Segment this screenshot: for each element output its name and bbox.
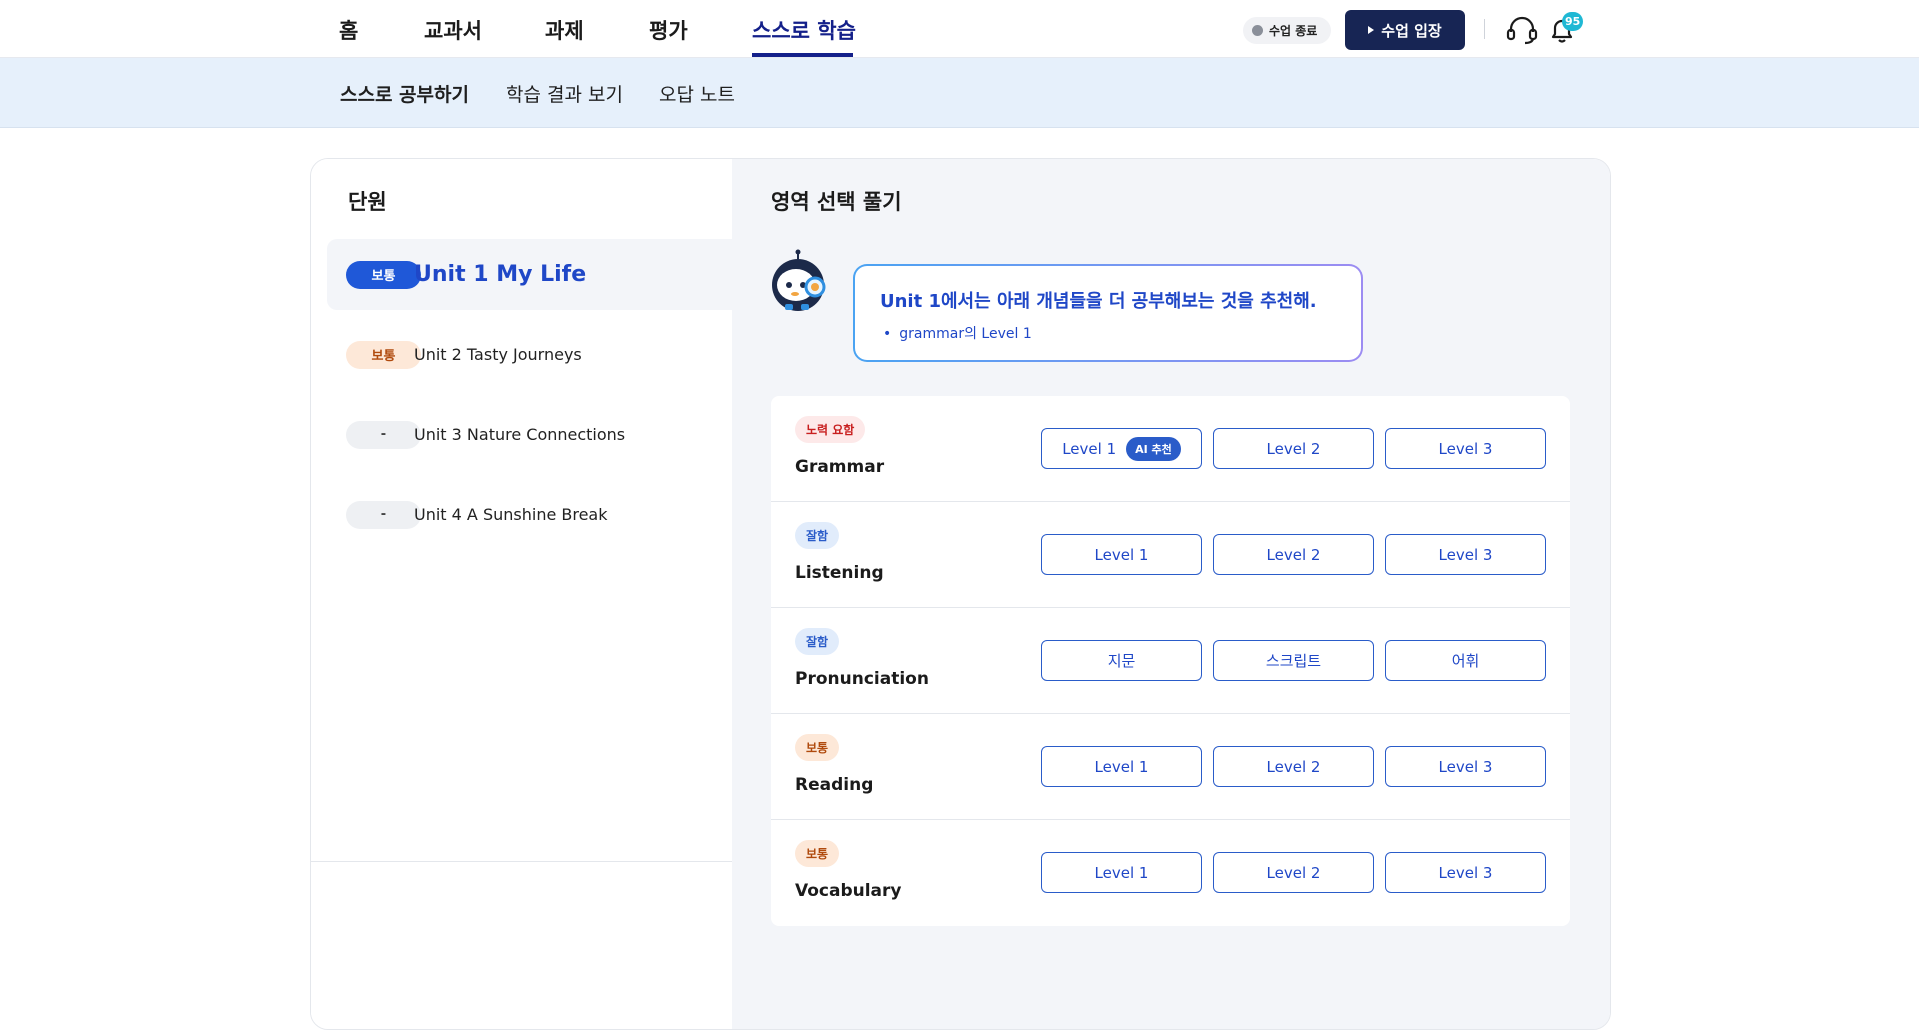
- area-name: Grammar: [795, 457, 885, 477]
- panel-divider: [311, 861, 732, 862]
- listening-level-3-button[interactable]: Level 3: [1385, 534, 1546, 575]
- area-name: Pronunciation: [795, 669, 929, 689]
- pronunciation-passage-button[interactable]: 지문: [1041, 640, 1202, 681]
- unit-section-title: 단원: [348, 190, 387, 214]
- performance-badge: 보통: [795, 840, 840, 867]
- ai-recommend-badge: AI 추천: [1126, 436, 1181, 461]
- unit-item-2[interactable]: 보통 Unit 2 Tasty Journeys: [327, 319, 732, 390]
- recommendation-bubble: Unit 1에서는 아래 개념들을 더 공부해보는 것을 추천해. • gramm…: [853, 264, 1363, 362]
- unit-panel: 단원 보통 Unit 1 My Life 보통 Unit 2 Tasty Jou…: [311, 159, 732, 1029]
- nav-evaluation[interactable]: 평가: [649, 15, 688, 45]
- unit-label: Unit 4 A Sunshine Break: [414, 505, 608, 524]
- class-status-label: 수업 종료: [1269, 24, 1318, 38]
- nav-textbook[interactable]: 교과서: [424, 15, 482, 45]
- unit-label: Unit 2 Tasty Journeys: [414, 345, 582, 364]
- unit-level-badge: -: [346, 420, 421, 449]
- nav-home[interactable]: 홈: [339, 15, 358, 45]
- grammar-level-2-button[interactable]: Level 2: [1213, 428, 1374, 469]
- button-label: Level 3: [1438, 439, 1493, 458]
- class-status-badge: 수업 종료: [1243, 17, 1331, 44]
- button-label: Level 3: [1438, 757, 1493, 776]
- performance-badge: 노력 요함: [795, 416, 866, 443]
- button-label: Level 3: [1438, 545, 1493, 564]
- button-label: Level 1: [1094, 545, 1149, 564]
- button-label: 어휘: [1451, 652, 1480, 670]
- unit-level-badge: 보통: [346, 340, 421, 369]
- button-label: Level 3: [1438, 863, 1493, 882]
- top-navigation: 홈 교과서 과제 평가 스스로 학습 수업 종료 수업 입장 95: [0, 0, 1919, 58]
- play-icon: [1368, 26, 1375, 34]
- button-label: Level 1: [1094, 863, 1149, 882]
- recommendation-item: • grammar의 Level 1: [883, 323, 1032, 343]
- area-row-pronunciation: 잘함 Pronunciation 지문 스크립트 어휘: [771, 608, 1570, 714]
- nav-assignment[interactable]: 과제: [545, 15, 584, 45]
- pronunciation-script-button[interactable]: 스크립트: [1213, 640, 1374, 681]
- enter-class-label: 수업 입장: [1381, 21, 1442, 40]
- sub-navigation: 스스로 공부하기 학습 결과 보기 오답 노트: [0, 58, 1919, 128]
- button-label: Level 2: [1266, 439, 1321, 458]
- robot-mascot-icon: [769, 249, 831, 313]
- area-table: 노력 요함 Grammar Level 1 AI 추천 Level 2 Leve…: [771, 396, 1570, 926]
- recommendation-title: Unit 1에서는 아래 개념들을 더 공부해보는 것을 추천해.: [880, 291, 1317, 312]
- subnav-results[interactable]: 학습 결과 보기: [506, 80, 623, 107]
- area-row-grammar: 노력 요함 Grammar Level 1 AI 추천 Level 2 Leve…: [771, 396, 1570, 502]
- grammar-level-1-button[interactable]: Level 1 AI 추천: [1041, 428, 1202, 469]
- recommendation-item-text: grammar의 Level 1: [899, 326, 1032, 342]
- subnav-wrong-answer-note[interactable]: 오답 노트: [659, 80, 735, 107]
- enter-class-button[interactable]: 수업 입장: [1345, 10, 1465, 50]
- unit-item-1[interactable]: 보통 Unit 1 My Life: [327, 239, 732, 310]
- nav-self-study[interactable]: 스스로 학습: [752, 15, 856, 45]
- toolbar-divider: [1484, 19, 1485, 39]
- grammar-level-3-button[interactable]: Level 3: [1385, 428, 1546, 469]
- unit-item-4[interactable]: - Unit 4 A Sunshine Break: [327, 479, 732, 550]
- unit-item-3[interactable]: - Unit 3 Nature Connections: [327, 399, 732, 470]
- reading-level-3-button[interactable]: Level 3: [1385, 746, 1546, 787]
- area-name: Reading: [795, 775, 874, 795]
- reading-level-2-button[interactable]: Level 2: [1213, 746, 1374, 787]
- pronunciation-vocabulary-button[interactable]: 어휘: [1385, 640, 1546, 681]
- unit-level-badge: 보통: [346, 260, 421, 289]
- vocabulary-level-3-button[interactable]: Level 3: [1385, 852, 1546, 893]
- subnav-self-study[interactable]: 스스로 공부하기: [340, 80, 469, 107]
- unit-label: Unit 3 Nature Connections: [414, 425, 626, 444]
- performance-badge: 잘함: [795, 628, 840, 655]
- button-label: Level 1: [1094, 757, 1149, 776]
- button-label: 지문: [1107, 652, 1136, 670]
- nav-active-indicator: [752, 53, 853, 57]
- headset-icon[interactable]: [1505, 15, 1539, 45]
- vocabulary-level-1-button[interactable]: Level 1: [1041, 852, 1202, 893]
- button-label: Level 2: [1266, 545, 1321, 564]
- listening-level-2-button[interactable]: Level 2: [1213, 534, 1374, 575]
- area-name: Vocabulary: [795, 881, 902, 901]
- listening-level-1-button[interactable]: Level 1: [1041, 534, 1202, 575]
- unit-level-badge: -: [346, 500, 421, 529]
- button-label: Level 2: [1266, 757, 1321, 776]
- button-label: Level 1: [1062, 439, 1117, 458]
- area-row-reading: 보통 Reading Level 1 Level 2 Level 3: [771, 714, 1570, 820]
- area-row-listening: 잘함 Listening Level 1 Level 2 Level 3: [771, 502, 1570, 608]
- area-row-vocabulary: 보통 Vocabulary Level 1 Level 2 Level 3: [771, 820, 1570, 926]
- status-dot-icon: [1252, 25, 1263, 36]
- button-label: 스크립트: [1265, 652, 1322, 670]
- vocabulary-level-2-button[interactable]: Level 2: [1213, 852, 1374, 893]
- notification-count-badge: 95: [1562, 12, 1584, 31]
- bullet-icon: •: [883, 326, 892, 342]
- unit-label: Unit 1 My Life: [414, 262, 587, 287]
- performance-badge: 보통: [795, 734, 840, 761]
- reading-level-1-button[interactable]: Level 1: [1041, 746, 1202, 787]
- performance-badge: 잘함: [795, 522, 840, 549]
- area-name: Listening: [795, 563, 884, 583]
- button-label: Level 2: [1266, 863, 1321, 882]
- area-section-title: 영역 선택 풀기: [771, 190, 902, 214]
